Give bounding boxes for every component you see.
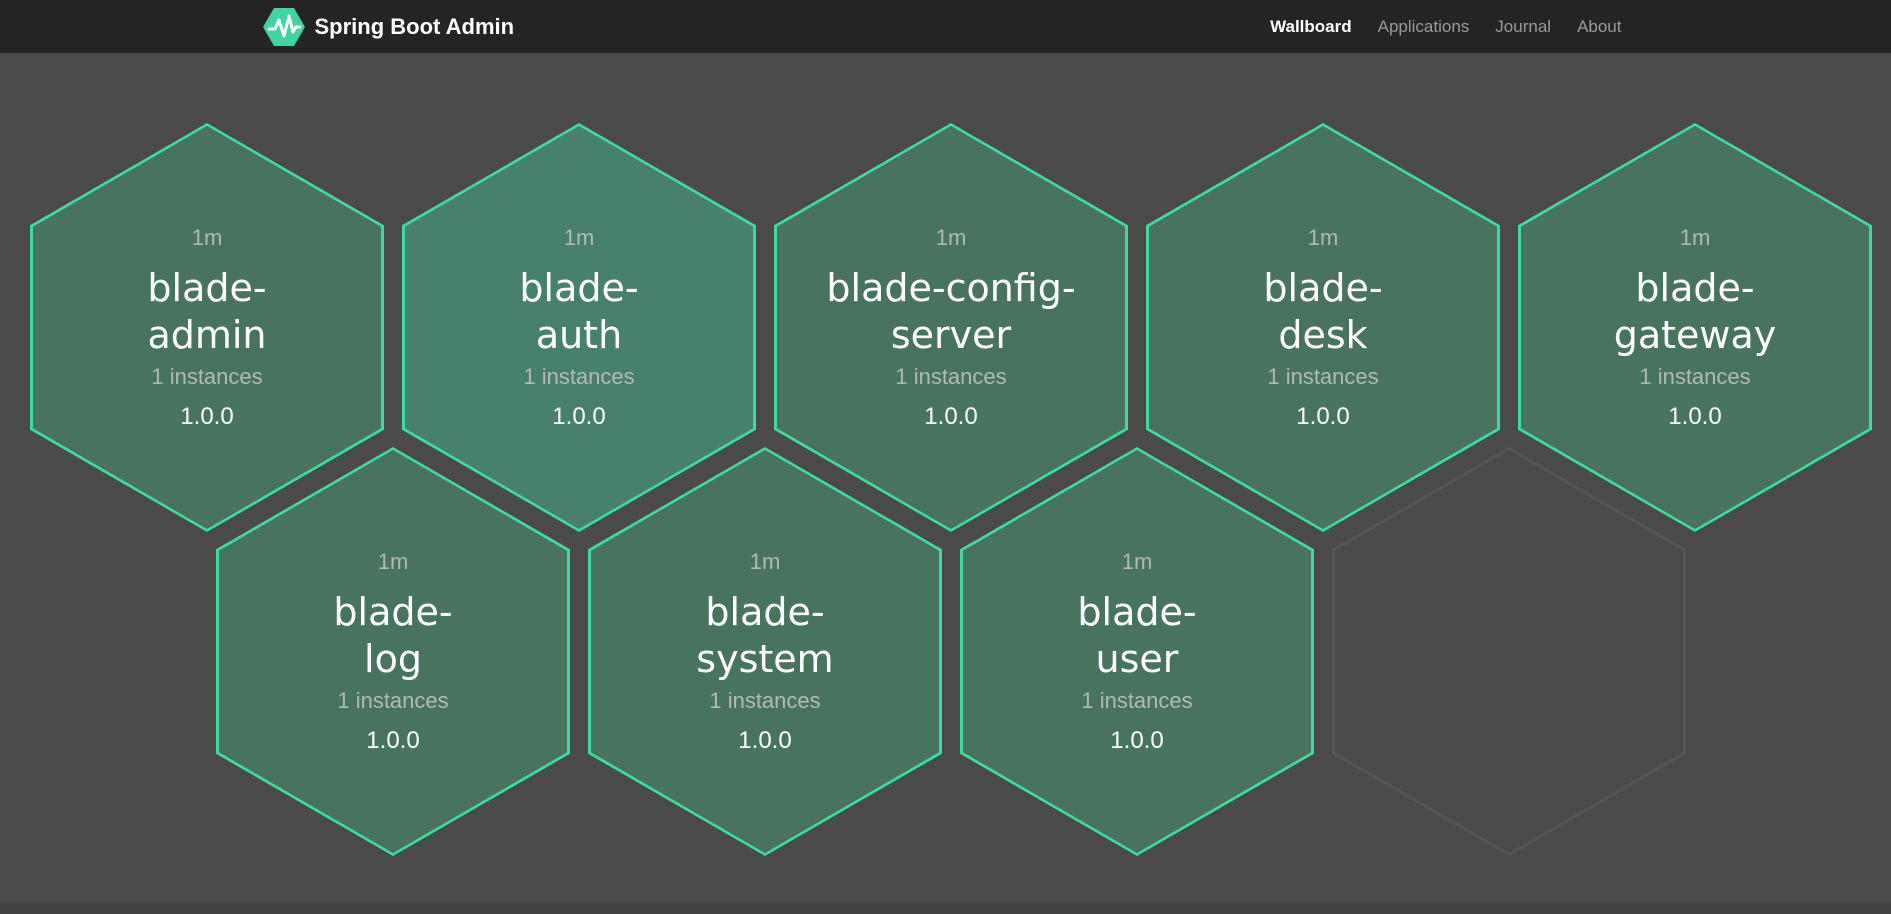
- nav-link-applications[interactable]: Applications: [1365, 0, 1483, 53]
- version-label: 1.0.0: [552, 403, 605, 431]
- instances-label: 1 instances: [337, 688, 448, 714]
- hex-tile-blade-system[interactable]: 1m blade- system 1 instances 1.0.0: [588, 447, 942, 856]
- navbar-container: Spring Boot Admin Wallboard Applications…: [263, 0, 1629, 53]
- nav-item: About: [1564, 0, 1634, 53]
- hex-tile-body: 1m blade- desk 1 instances 1.0.0: [1149, 126, 1497, 529]
- instances-label: 1 instances: [151, 364, 262, 390]
- nav-link-journal[interactable]: Journal: [1482, 0, 1564, 53]
- brand[interactable]: Spring Boot Admin: [263, 7, 515, 47]
- hex-tile-blade-user[interactable]: 1m blade- user 1 instances 1.0.0: [960, 447, 1314, 856]
- uptime-label: 1m: [750, 549, 781, 575]
- instances-label: 1 instances: [1267, 364, 1378, 390]
- wallboard: 1m blade- admin 1 instances 1.0.0 1m bla…: [0, 53, 1891, 902]
- version-label: 1.0.0: [924, 403, 977, 431]
- application-name-line: server: [826, 312, 1075, 359]
- hex-tile-body: 1m blade-config- server 1 instances 1.0.…: [777, 126, 1125, 529]
- nav-link-wallboard[interactable]: Wallboard: [1257, 0, 1365, 53]
- version-label: 1.0.0: [1668, 403, 1721, 431]
- nav-links: Wallboard Applications Journal About: [1257, 0, 1634, 53]
- uptime-label: 1m: [1680, 225, 1711, 251]
- hex-tile-blade-desk[interactable]: 1m blade- desk 1 instances 1.0.0: [1146, 123, 1500, 532]
- hex-tile-body: 1m blade- log 1 instances 1.0.0: [219, 450, 567, 853]
- nav-item: Wallboard: [1257, 0, 1365, 53]
- hex-tile-blade-admin[interactable]: 1m blade- admin 1 instances 1.0.0: [30, 123, 384, 532]
- hex-tile-empty-placeholder: [1332, 447, 1686, 856]
- instances-label: 1 instances: [523, 364, 634, 390]
- instances-label: 1 instances: [895, 364, 1006, 390]
- application-name-line: blade-: [333, 589, 452, 636]
- version-label: 1.0.0: [366, 727, 419, 755]
- hex-tile-blade-auth[interactable]: 1m blade- auth 1 instances 1.0.0: [402, 123, 756, 532]
- application-name-line: blade-: [696, 589, 833, 636]
- application-name-line: blade-: [1614, 265, 1777, 312]
- instances-label: 1 instances: [709, 688, 820, 714]
- application-name: blade-config- server: [826, 265, 1075, 359]
- application-name-line: auth: [519, 312, 638, 359]
- nav-item: Applications: [1365, 0, 1483, 53]
- application-name-line: blade-config-: [826, 265, 1075, 312]
- uptime-label: 1m: [936, 225, 967, 251]
- hex-tile-empty-body: [1335, 450, 1683, 853]
- hex-tile-body: 1m blade- gateway 1 instances 1.0.0: [1521, 126, 1869, 529]
- application-name-line: blade-: [147, 265, 266, 312]
- application-name-line: log: [333, 636, 452, 683]
- application-name-line: admin: [147, 312, 266, 359]
- hex-tile-body: 1m blade- user 1 instances 1.0.0: [963, 450, 1311, 853]
- application-name: blade- user: [1077, 589, 1196, 683]
- application-name: blade- gateway: [1614, 265, 1777, 359]
- uptime-label: 1m: [192, 225, 223, 251]
- hex-tile-blade-log[interactable]: 1m blade- log 1 instances 1.0.0: [216, 447, 570, 856]
- version-label: 1.0.0: [1110, 727, 1163, 755]
- nav-link-about[interactable]: About: [1564, 0, 1634, 53]
- application-name-line: blade-: [1263, 265, 1382, 312]
- page-bottom-strip: [0, 902, 1891, 914]
- top-navbar: Spring Boot Admin Wallboard Applications…: [0, 0, 1891, 53]
- version-label: 1.0.0: [738, 727, 791, 755]
- application-name: blade- log: [333, 589, 452, 683]
- instances-label: 1 instances: [1639, 364, 1750, 390]
- hex-tile-body: 1m blade- admin 1 instances 1.0.0: [33, 126, 381, 529]
- application-name-line: user: [1077, 636, 1196, 683]
- version-label: 1.0.0: [1296, 403, 1349, 431]
- version-label: 1.0.0: [180, 403, 233, 431]
- hex-tile-body: 1m blade- system 1 instances 1.0.0: [591, 450, 939, 853]
- hex-tile-blade-config-server[interactable]: 1m blade-config- server 1 instances 1.0.…: [774, 123, 1128, 532]
- uptime-label: 1m: [1122, 549, 1153, 575]
- application-name-line: system: [696, 636, 833, 683]
- hex-tile-blade-gateway[interactable]: 1m blade- gateway 1 instances 1.0.0: [1518, 123, 1872, 532]
- application-name: blade- desk: [1263, 265, 1382, 359]
- nav-item: Journal: [1482, 0, 1564, 53]
- application-name: blade- auth: [519, 265, 638, 359]
- application-name: blade- system: [696, 589, 833, 683]
- spring-boot-admin-logo-icon: [263, 7, 305, 47]
- application-name-line: blade-: [519, 265, 638, 312]
- uptime-label: 1m: [378, 549, 409, 575]
- hex-tile-body: 1m blade- auth 1 instances 1.0.0: [405, 126, 753, 529]
- brand-title: Spring Boot Admin: [315, 14, 515, 40]
- application-name-line: gateway: [1614, 312, 1777, 359]
- application-name-line: blade-: [1077, 589, 1196, 636]
- application-name: blade- admin: [147, 265, 266, 359]
- uptime-label: 1m: [1308, 225, 1339, 251]
- instances-label: 1 instances: [1081, 688, 1192, 714]
- uptime-label: 1m: [564, 225, 595, 251]
- application-name-line: desk: [1263, 312, 1382, 359]
